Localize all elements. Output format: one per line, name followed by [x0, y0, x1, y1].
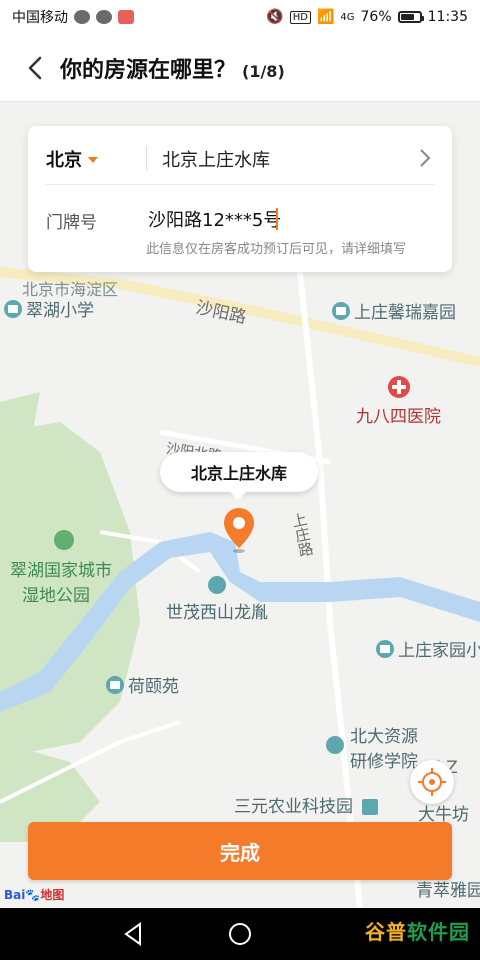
- door-number-row: 门牌号 此信息仅在房客成功预订后可见，请详细填写: [46, 204, 434, 264]
- residence-icon: [208, 576, 226, 594]
- map-poi-shimao[interactable]: 世茂西山龙胤: [166, 576, 268, 623]
- map-label-school: 翠湖小学: [26, 301, 94, 321]
- app-notification-icon: [118, 10, 134, 24]
- hospital-icon: [388, 376, 410, 398]
- baidu-map-text: 地图: [40, 888, 65, 902]
- map-poi-sanyuan[interactable]: 三元农业科技园: [234, 792, 379, 817]
- wetland-label[interactable]: 翠湖国家城市 湿地公园: [10, 530, 112, 606]
- chat-icon: [96, 10, 112, 24]
- crosshair-icon: [418, 768, 446, 796]
- mute-icon: 🔇: [266, 9, 284, 25]
- hospital-poi[interactable]: 九八四医院: [356, 376, 441, 427]
- clock: 11:35: [427, 9, 468, 25]
- locate-me-button[interactable]: [410, 760, 454, 804]
- watermark: 谷普软件园: [365, 916, 470, 945]
- watermark-part-a: 谷普: [365, 920, 407, 944]
- battery-percent: 76%: [360, 9, 392, 25]
- school-icon: [4, 299, 22, 318]
- step-indicator: (1/8): [242, 62, 285, 81]
- hospital-label: 九八四医院: [356, 407, 441, 427]
- signal-text: 4G: [340, 11, 355, 23]
- map-label-heyiyuan: 荷颐苑: [128, 677, 179, 697]
- map-poi-residence[interactable]: 上庄馨瑞嘉园: [332, 298, 456, 323]
- wifi-icon: 📶: [316, 9, 335, 25]
- map-label-home: 上庄家园小: [398, 641, 480, 661]
- hd-icon: HD: [289, 10, 311, 24]
- map-poi-home[interactable]: 上庄家园小: [376, 636, 480, 661]
- battery-icon: [397, 11, 424, 23]
- residence-icon: [106, 675, 124, 694]
- wechat-icon: [74, 10, 90, 24]
- wetland-label-line1: 翠湖国家城市: [10, 561, 112, 581]
- divider: [146, 146, 147, 170]
- residence-icon: [332, 301, 350, 320]
- pin-callout[interactable]: 北京上庄水库: [160, 452, 318, 500]
- done-button[interactable]: 完成: [28, 822, 452, 880]
- page-title-text: 你的房源在哪里？: [60, 58, 237, 83]
- door-number-input[interactable]: [146, 204, 370, 234]
- map-poi-school[interactable]: 翠湖小学: [4, 296, 94, 321]
- map-label-sanyuan: 三元农业科技园: [234, 797, 353, 817]
- text-caret: [276, 208, 278, 230]
- page-title: 你的房源在哪里？ (1/8): [60, 52, 285, 84]
- door-number-label: 门牌号: [46, 213, 97, 233]
- address-field[interactable]: 北京上庄水库: [162, 146, 270, 172]
- city-label: 北京: [46, 150, 82, 171]
- nav-back-icon[interactable]: [120, 920, 148, 948]
- building-icon: [362, 799, 379, 815]
- watermark-part-b: 软件园: [407, 920, 470, 944]
- door-number-hint: 此信息仅在房客成功预订后可见，请详细填写: [146, 242, 407, 257]
- residence-icon: [376, 639, 394, 658]
- baidu-logo-text: Bai: [4, 888, 26, 902]
- baidu-map-logo: Bai🐾地图: [4, 886, 64, 903]
- header: 你的房源在哪里？ (1/8): [0, 34, 480, 102]
- carrier-text: 中国移动: [12, 10, 68, 26]
- paw-icon: 🐾: [25, 888, 41, 902]
- map-label-residence: 上庄馨瑞嘉园: [354, 303, 456, 323]
- park-icon: [54, 530, 74, 550]
- status-bar: 中国移动 🔇 HD 📶 4G 76% 11:35: [0, 0, 480, 34]
- map-label-shimao: 世茂西山龙胤: [166, 603, 268, 623]
- education-icon: [326, 736, 344, 754]
- back-icon[interactable]: [22, 54, 50, 82]
- map-poi-pku[interactable]: 北大资源 研修学院: [326, 722, 418, 772]
- dropdown-icon: [88, 157, 98, 163]
- wetland-label-line2: 湿地公园: [22, 586, 90, 606]
- address-row: 北京 北京上庄水库: [46, 144, 434, 185]
- city-selector[interactable]: 北京: [46, 146, 98, 172]
- nav-home-icon[interactable]: [226, 920, 254, 948]
- map-poi-heyiyuan[interactable]: 荷颐苑: [106, 672, 179, 697]
- address-card: 北京 北京上庄水库 门牌号 此信息仅在房客成功预订后可见，请详细填写: [28, 126, 452, 272]
- location-pin-icon[interactable]: [222, 506, 256, 554]
- chevron-right-icon[interactable]: [416, 146, 434, 170]
